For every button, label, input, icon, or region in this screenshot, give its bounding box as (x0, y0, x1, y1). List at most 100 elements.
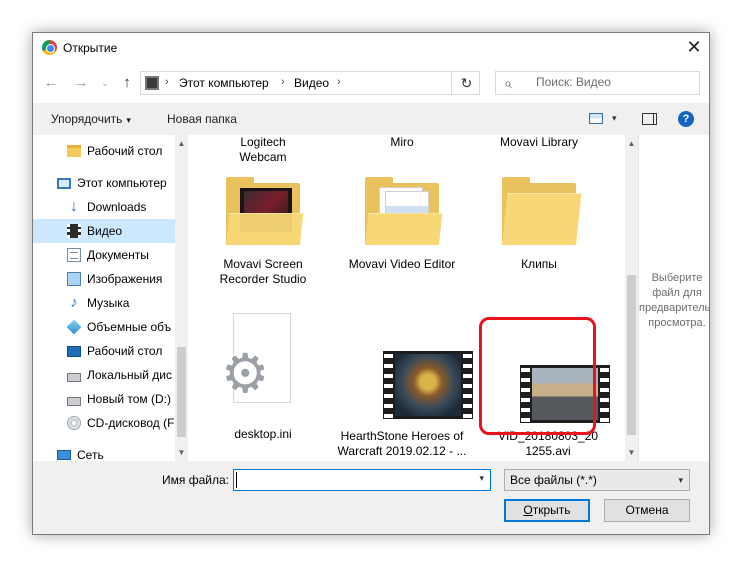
sidebar-item-3d-objects[interactable]: Объемные объ (33, 315, 175, 339)
chrome-icon (42, 40, 57, 55)
open-accelerator: О (523, 503, 533, 517)
sidebar-item-label: Музыка (87, 296, 130, 310)
sidebar-item-new-volume[interactable]: Новый том (D:) (33, 387, 175, 411)
open-file-dialog: Открытие ✕ ← → ⌄ ↑ › Этот компьютер › Ви… (32, 32, 710, 535)
sidebar-item-this-pc[interactable]: Этот компьютер (33, 171, 175, 195)
pictures-icon (67, 272, 81, 286)
scroll-down-icon[interactable]: ▼ (625, 444, 638, 461)
file-name-panel: Имя файла: ▾ Все файлы (*.*) ▾ Открыть О… (33, 461, 709, 534)
scroll-up-icon[interactable]: ▲ (175, 135, 188, 152)
sidebar-item-local-disk[interactable]: Локальный дис (33, 363, 175, 387)
navigation-bar: ← → ⌄ ↑ › Этот компьютер › Видео › ↻ ⌕ (33, 63, 709, 103)
file-name: Logitech Webcam (239, 135, 287, 164)
new-folder-button[interactable]: Новая папка (167, 112, 237, 126)
file-name: HearthStone Heroes of Warcraft 2019.02.1… (337, 429, 467, 458)
scroll-thumb[interactable] (627, 275, 636, 435)
file-name: desktop.ini (234, 427, 292, 441)
address-bar[interactable]: › Этот компьютер › Видео › (140, 71, 480, 95)
breadcrumb-videos[interactable]: Видео (294, 76, 329, 90)
preview-pane-icon[interactable] (642, 113, 657, 125)
cancel-button[interactable]: Отмена (604, 499, 690, 522)
highlight-annotation (479, 317, 596, 435)
video-folder-icon (145, 76, 159, 90)
file-type-filter[interactable]: Все файлы (*.*) ▾ (504, 469, 690, 491)
up-icon[interactable]: ↑ (117, 73, 137, 93)
sidebar-item-label: CD-дисковод (F: (87, 416, 175, 430)
organize-button[interactable]: Упорядочить ▾ (51, 112, 131, 126)
file-name: Клипы (521, 257, 557, 271)
file-item-desktop-ini[interactable]: ⚙ desktop.ini (198, 313, 328, 453)
refresh-icon[interactable]: ↻ (451, 72, 481, 94)
folder-icon (226, 177, 304, 245)
help-icon[interactable]: ? (678, 111, 694, 127)
sidebar-item-desktop[interactable]: Рабочий стол (33, 339, 175, 363)
sidebar-item-label: Объемные объ (87, 320, 172, 334)
computer-icon (57, 177, 71, 189)
forward-icon[interactable]: → (71, 73, 91, 93)
download-icon: ↓ (70, 198, 78, 215)
title-bar: Открытие ✕ (33, 33, 709, 63)
drive-icon (67, 372, 81, 382)
sidebar-item-music[interactable]: ♪ Музыка (33, 291, 175, 315)
sidebar-item-label: Этот компьютер (77, 176, 167, 190)
cd-drive-icon (67, 416, 81, 430)
scroll-up-icon[interactable]: ▲ (625, 135, 638, 152)
toolbar: Упорядочить ▾ Новая папка ▾ ? (33, 103, 709, 135)
music-icon: ♪ (70, 294, 78, 311)
sidebar-item-network[interactable]: Сеть (33, 443, 175, 461)
breadcrumb-this-pc[interactable]: Этот компьютер (179, 76, 269, 90)
sidebar-item-videos[interactable]: Видео (33, 219, 175, 243)
folder-icon (502, 177, 582, 245)
file-name: Movavi Library (499, 135, 579, 149)
scroll-down-icon[interactable]: ▼ (175, 444, 188, 461)
file-item-folder[interactable]: Клипы (474, 177, 604, 299)
filename-input[interactable] (236, 472, 466, 488)
sidebar-item-label: Downloads (87, 200, 147, 214)
breadcrumb-separator[interactable]: › (281, 76, 285, 88)
file-item-movavi-library[interactable]: Movavi Library (474, 135, 604, 150)
sidebar-item-label: Новый том (D:) (87, 392, 171, 406)
3d-objects-icon (66, 319, 82, 335)
filename-label: Имя файла: (162, 473, 229, 487)
close-icon[interactable]: ✕ (679, 33, 709, 63)
file-item-video[interactable]: HearthStone Heroes of Warcraft 2019.02.1… (337, 313, 473, 461)
search-input[interactable] (536, 75, 696, 89)
chevron-down-icon: ▾ (678, 475, 683, 485)
sidebar-scrollbar[interactable]: ▲ ▼ (175, 135, 188, 461)
breadcrumb-separator[interactable]: › (337, 76, 341, 88)
folder-icon (67, 145, 81, 157)
sidebar-item-desktop-quick[interactable]: Рабочий стол (33, 139, 175, 163)
file-item-miro[interactable]: Miro (337, 135, 467, 150)
sidebar-item-pictures[interactable]: Изображения (33, 267, 175, 291)
video-thumbnail-icon (383, 351, 473, 419)
file-item-folder[interactable]: Movavi Screen Recorder Studio (198, 177, 328, 299)
filename-combobox[interactable]: ▾ (233, 469, 491, 491)
sidebar-item-documents[interactable]: Документы (33, 243, 175, 267)
sidebar-item-label: Сеть (77, 448, 104, 461)
scroll-thumb[interactable] (177, 347, 186, 437)
file-list-scrollbar[interactable]: ▲ ▼ (625, 135, 638, 461)
file-item-logitech-webcam[interactable]: Logitech Webcam (198, 135, 328, 165)
file-name: Movavi Video Editor (348, 257, 456, 271)
folder-icon (365, 177, 443, 245)
sidebar-item-downloads[interactable]: ↓ Downloads (33, 195, 175, 219)
video-icon (67, 224, 81, 238)
gear-icon: ⚙ (221, 344, 270, 404)
file-item-folder[interactable]: Movavi Video Editor (337, 177, 467, 299)
sidebar-item-label: Документы (87, 248, 149, 262)
sidebar-item-label: Изображения (87, 272, 163, 286)
back-icon[interactable]: ← (41, 73, 61, 93)
desktop-icon (67, 345, 81, 357)
file-name: Miro (390, 135, 414, 149)
open-button[interactable]: Открыть (504, 499, 590, 522)
chevron-down-icon: ▾ (126, 115, 131, 125)
sidebar-item-label: Локальный дис (87, 368, 172, 382)
sidebar-item-cd-drive[interactable]: CD-дисковод (F: (33, 411, 175, 435)
view-mode-icon[interactable] (589, 113, 603, 124)
open-label: ткрыть (532, 503, 571, 517)
chevron-down-icon[interactable]: ▾ (612, 113, 617, 124)
recent-locations-icon[interactable]: ⌄ (95, 73, 115, 93)
search-box[interactable]: ⌕ (495, 71, 700, 95)
sidebar-item-label: Рабочий стол (87, 344, 163, 358)
chevron-down-icon[interactable]: ▾ (479, 473, 484, 484)
